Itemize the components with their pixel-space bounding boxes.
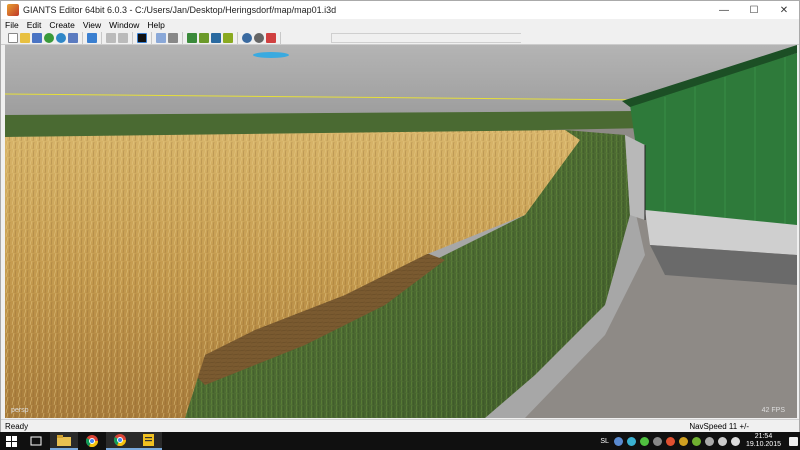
redo-icon[interactable]	[106, 32, 116, 43]
taskbar-chrome[interactable]	[78, 432, 106, 450]
minimize-button[interactable]: —	[709, 1, 739, 19]
task-view-button[interactable]	[22, 432, 50, 450]
brush-icon[interactable]	[223, 32, 233, 43]
giants-editor-icon	[142, 434, 154, 446]
transform-icon[interactable]	[242, 32, 252, 43]
editor-window: GIANTS Editor 64bit 6.0.3 - C:/Users/Jan…	[0, 0, 800, 432]
giants-app-icon	[7, 4, 19, 16]
maximize-button[interactable]: ☐	[739, 1, 769, 19]
menu-window[interactable]: Window	[109, 20, 139, 30]
save-icon[interactable]	[32, 32, 42, 43]
menu-file[interactable]: File	[5, 20, 19, 30]
menu-edit[interactable]: Edit	[27, 20, 42, 30]
toolbar-paint-group	[186, 31, 238, 44]
system-tray: SL 21:54 19.10.2015	[597, 432, 800, 450]
tray-device-icon[interactable]	[652, 436, 662, 446]
refresh-icon[interactable]	[44, 32, 54, 43]
start-button[interactable]	[0, 432, 22, 450]
pin-icon[interactable]	[168, 32, 178, 43]
toolbar-select-group	[155, 31, 183, 44]
undo-arrow-icon[interactable]	[87, 32, 97, 43]
export-icon[interactable]	[68, 32, 78, 43]
task-view-icon	[30, 436, 42, 446]
toolbar-mode-group	[136, 31, 152, 44]
tray-app-icon[interactable]	[678, 436, 688, 446]
windows-taskbar: SL 21:54 19.10.2015	[0, 432, 800, 450]
tray-keyboard-icon[interactable]	[704, 436, 714, 446]
taskbar-explorer[interactable]	[50, 432, 78, 450]
open-file-icon[interactable]	[20, 32, 30, 43]
water-marker	[253, 52, 289, 58]
tray-language[interactable]: SL	[600, 438, 609, 445]
foliage-paint-icon[interactable]	[199, 32, 209, 43]
clock-time: 21:54	[754, 433, 773, 440]
menu-view[interactable]: View	[83, 20, 101, 30]
menu-create[interactable]: Create	[49, 20, 75, 30]
toolbar-history-group	[105, 31, 133, 44]
windows-logo-icon	[5, 435, 17, 447]
title-bar[interactable]: GIANTS Editor 64bit 6.0.3 - C:/Users/Jan…	[1, 1, 799, 19]
new-file-icon[interactable]	[8, 32, 18, 43]
notification-icon[interactable]	[789, 436, 798, 446]
toolbar-track	[331, 33, 521, 43]
menu-help[interactable]: Help	[147, 20, 164, 30]
toolbar-undo-group	[86, 31, 102, 44]
taskbar-giants-editor[interactable]	[134, 432, 162, 450]
folder-icon	[57, 434, 71, 446]
status-bar: Ready NavSpeed 11 +/-	[1, 419, 799, 432]
fps-counter: 42 FPS	[761, 407, 785, 414]
tray-network-app-icon[interactable]	[613, 436, 623, 446]
tray-wifi-icon[interactable]	[717, 436, 727, 446]
nav-speed: NavSpeed 11 +/-	[689, 421, 749, 431]
stop-icon[interactable]	[137, 32, 147, 43]
delete-icon[interactable]	[266, 32, 276, 43]
clock-date: 19.10.2015	[745, 441, 781, 448]
redo-alt-icon[interactable]	[118, 32, 128, 43]
chrome-icon	[114, 434, 126, 446]
tray-antivirus-icon[interactable]	[665, 436, 675, 446]
status-text: Ready	[5, 421, 29, 431]
reload-icon[interactable]	[56, 32, 66, 43]
camera-label: persp	[11, 407, 29, 414]
toolbar	[1, 31, 799, 45]
close-button[interactable]: ✕	[769, 1, 799, 19]
chrome-icon	[86, 435, 98, 447]
tray-sync-icon[interactable]	[626, 436, 636, 446]
menu-bar: File Edit Create View Window Help	[1, 19, 799, 31]
taskbar-chrome-2[interactable]	[106, 432, 134, 450]
clock[interactable]: 21:54 19.10.2015	[746, 433, 781, 449]
toolbar-misc-group	[241, 31, 281, 44]
settings-icon[interactable]	[254, 32, 264, 43]
terrain-paint-icon[interactable]	[187, 32, 197, 43]
toolbar-file-group	[7, 31, 83, 44]
window-title: GIANTS Editor 64bit 6.0.3 - C:/Users/Jan…	[23, 5, 337, 15]
tray-cloud-icon[interactable]	[639, 436, 649, 446]
tray-nvidia-icon[interactable]	[691, 436, 701, 446]
tray-volume-icon[interactable]	[730, 436, 740, 446]
scene-render	[5, 45, 797, 418]
paint-tool-icon[interactable]	[211, 32, 221, 43]
window-controls: — ☐ ✕	[709, 1, 799, 19]
select-icon[interactable]	[156, 32, 166, 43]
3d-viewport[interactable]: persp 42 FPS	[5, 45, 797, 418]
